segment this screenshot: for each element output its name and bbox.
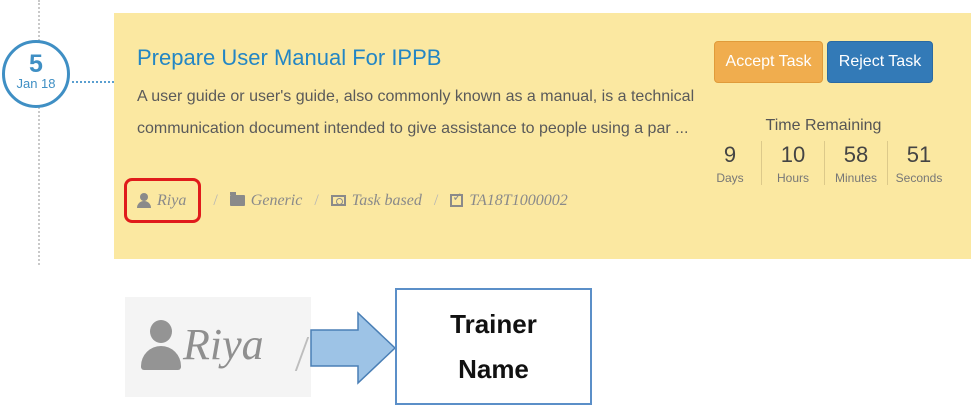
callout-line-1: Trainer	[450, 308, 537, 339]
reject-task-button[interactable]: Reject Task	[827, 41, 933, 83]
date-month: Jan 18	[16, 76, 56, 91]
zoomed-trainer-name: Riya	[183, 320, 264, 369]
callout-line-2: Name	[458, 353, 529, 384]
check-square-icon	[450, 190, 464, 207]
trainer-name: Riya	[157, 191, 187, 209]
countdown-unit: Hours	[776, 171, 809, 185]
meta-separator: /	[213, 191, 218, 209]
countdown-unit: Days	[716, 171, 744, 185]
description-line-2: communication document intended to give …	[137, 120, 689, 137]
task-title[interactable]: Prepare User Manual For IPPB	[137, 45, 441, 71]
meta-type: Task based	[330, 191, 422, 210]
task-meta: Riya / Generic / Task based / TA18T10000…	[124, 178, 568, 223]
countdown-value: 10	[780, 142, 806, 167]
countdown-seconds: 51 Seconds	[888, 141, 950, 185]
callout-box: Trainer Name	[395, 288, 592, 405]
countdown-value: 9	[723, 142, 737, 167]
category-label: Generic	[250, 191, 303, 209]
right-arrow-icon	[310, 311, 397, 385]
date-day: 5	[29, 50, 43, 78]
countdown-days: 9 Days	[699, 141, 762, 185]
task-card: Prepare User Manual For IPPB A user guid…	[114, 13, 971, 259]
countdown-hours: 10 Hours	[762, 141, 825, 185]
accept-task-button[interactable]: Accept Task	[714, 41, 823, 83]
countdown-unit: Minutes	[834, 171, 878, 185]
meta-separator: /	[433, 191, 439, 209]
trainer-name-highlight[interactable]: Riya	[124, 178, 202, 223]
zoomed-trainer-detail: Riya	[125, 297, 311, 397]
task-id: TA18T1000002	[469, 191, 568, 209]
countdown-unit: Seconds	[895, 171, 943, 185]
money-icon	[330, 195, 346, 206]
person-icon	[141, 320, 181, 370]
countdown-minutes: 58 Minutes	[825, 141, 888, 185]
date-badge: 5 Jan 18	[2, 40, 70, 108]
countdown-value: 51	[906, 142, 932, 167]
meta-task-id: TA18T1000002	[450, 190, 568, 210]
description-line-1: A user guide or user's guide, also commo…	[137, 88, 695, 105]
countdown-value: 58	[843, 142, 869, 167]
time-remaining-label: Time Remaining	[765, 117, 882, 134]
folder-icon	[229, 192, 245, 206]
task-description: A user guide or user's guide, also commo…	[137, 81, 695, 145]
person-icon	[137, 193, 151, 208]
meta-category: Generic	[229, 191, 303, 210]
countdown: 9 Days 10 Hours 58 Minutes 51 Seconds	[699, 141, 950, 185]
type-label: Task based	[351, 191, 422, 209]
timeline-connector	[72, 81, 114, 83]
meta-separator: /	[314, 191, 319, 209]
